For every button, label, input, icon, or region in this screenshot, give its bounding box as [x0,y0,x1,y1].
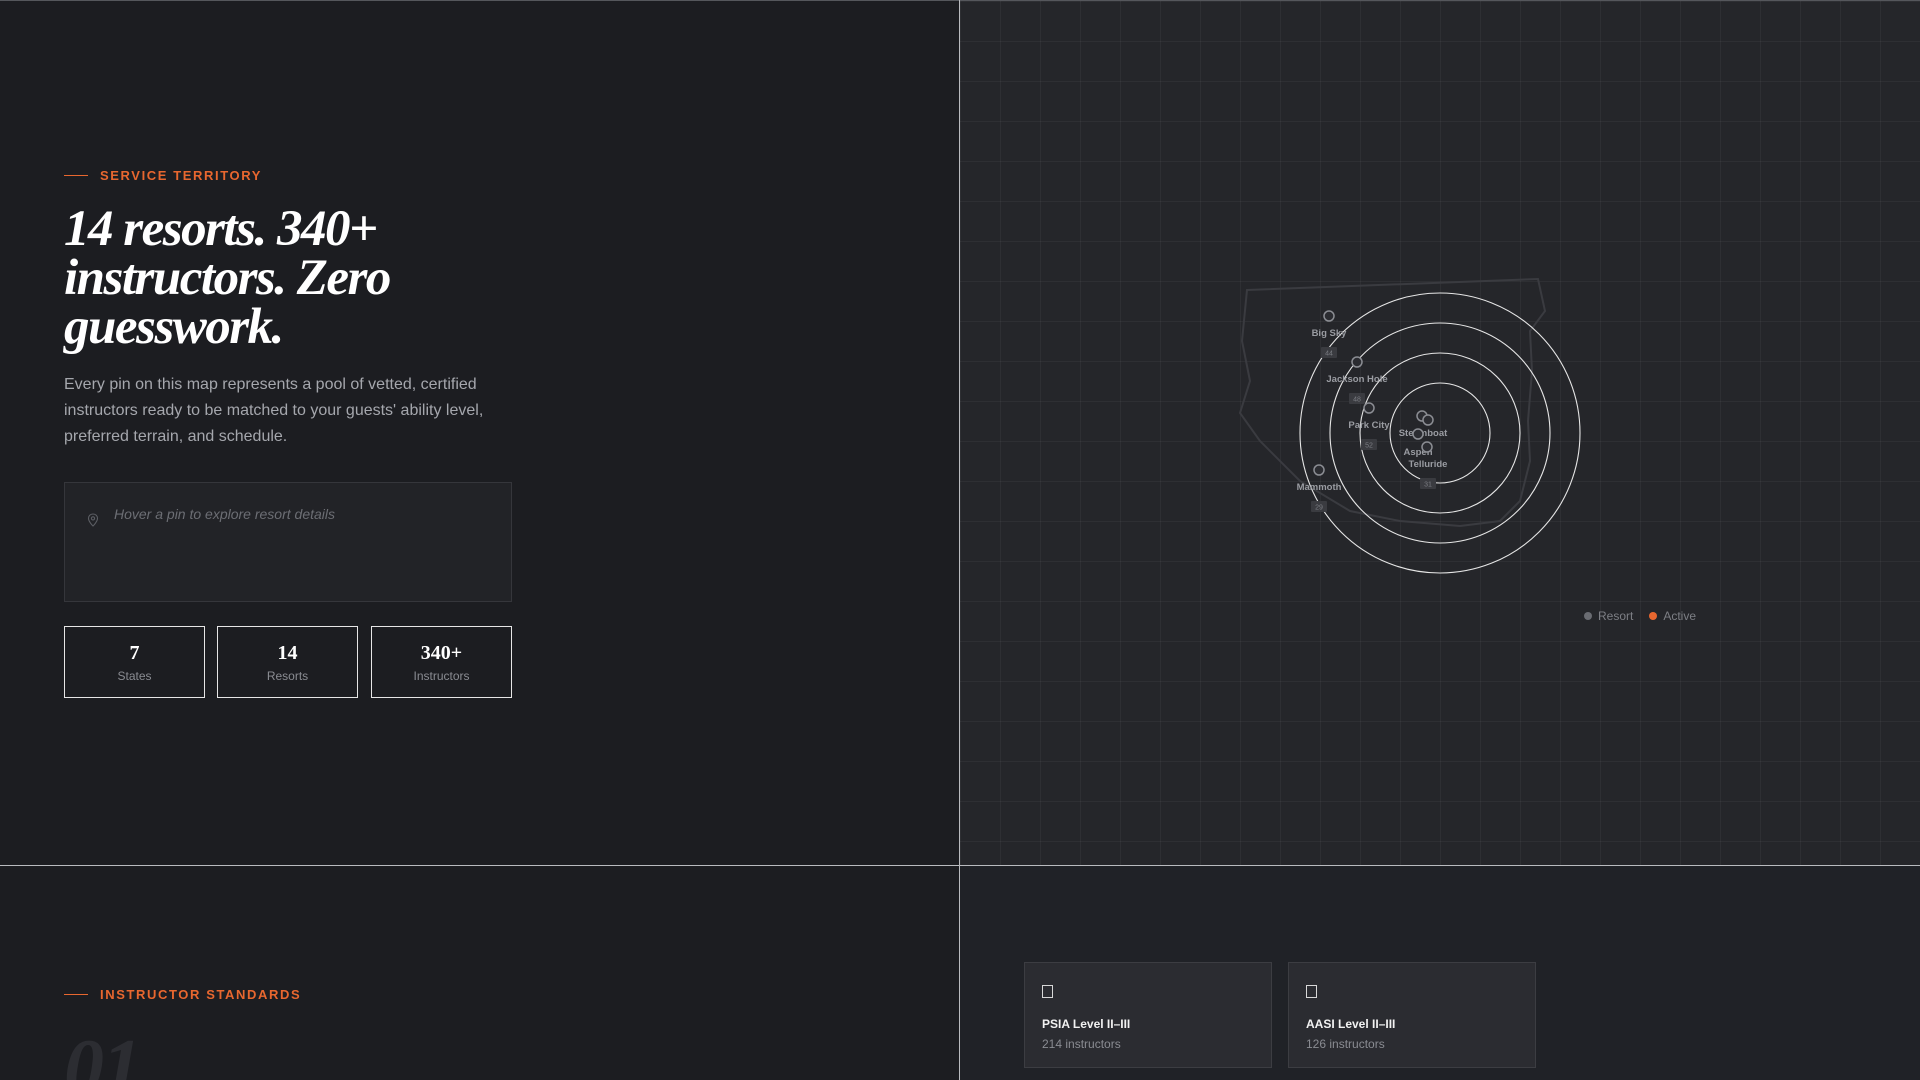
map-legend: Resort Active [1584,609,1696,623]
cert-subtitle: 126 instructors [1306,1037,1385,1051]
map-pin-icon [87,513,99,527]
eyebrow-rule [64,994,88,995]
region-outline [1238,277,1547,528]
stat-value: 340+ [420,642,463,664]
cert-card-psia[interactable]: PSIA Level II–III 214 instructors [1024,962,1272,1068]
resort-count: 31 [1424,482,1432,489]
resort-count: 48 [1353,397,1361,404]
resort-label: Telluride [1409,459,1448,470]
resort-count: 29 [1315,505,1323,512]
cert-card-aasi[interactable]: AASI Level II–III 126 instructors [1288,962,1536,1068]
cert-subtitle: 214 instructors [1042,1037,1121,1051]
resort-label: Mammoth [1297,482,1342,493]
legend-resort-label: Resort [1598,609,1634,623]
territory-eyebrow: SERVICE TERRITORY [64,168,262,183]
resort-detail-panel: Hover a pin to explore resort details [64,482,512,602]
legend-active: Active [1649,609,1696,623]
standards-section [0,866,959,1080]
stat-value: 14 [277,642,298,664]
legend-active-label: Active [1663,609,1697,623]
legend-resort: Resort [1584,609,1633,623]
resort-dot-icon [1584,612,1592,620]
cert-title: AASI Level II–III [1306,1017,1396,1031]
resort-pin-mammoth[interactable]: Mammoth 29 [1297,464,1342,512]
resort-count: 44 [1325,351,1333,358]
stat-label: States [117,669,152,683]
resort-pin-big-sky[interactable]: Big Sky 44 [1312,310,1348,358]
eyebrow-rule [64,175,88,176]
resort-label: Big Sky [1312,328,1348,339]
stat-states: 7 States [64,626,205,698]
section-number: 01 [64,1024,142,1080]
resort-label: Jackson Hole [1326,374,1387,385]
resort-pin-park-city[interactable]: Park City 52 [1348,402,1390,450]
active-dot-icon [1649,612,1658,620]
resort-label: Park City [1348,420,1390,431]
resort-count: 52 [1365,443,1373,450]
certificate-icon [1306,985,1317,998]
stat-instructors: 340+ Instructors [371,626,512,698]
territory-headline: 14 resorts. 340+ instructors. Zero guess… [64,201,391,355]
stat-resorts: 14 Resorts [217,626,358,698]
territory-eyebrow-label: SERVICE TERRITORY [100,168,263,183]
stat-label: Resorts [266,669,309,683]
standards-eyebrow-label: INSTRUCTOR STANDARDS [100,987,302,1002]
standards-eyebrow: INSTRUCTOR STANDARDS [64,987,301,1002]
stat-value: 7 [129,642,140,664]
stat-label: Instructors [413,669,470,683]
map-canvas[interactable]: Big Sky 44 Jackson Hole 48 Park City 52 … [960,1,1920,865]
territory-map[interactable]: Big Sky 44 Jackson Hole 48 Park City 52 … [960,1,1920,865]
territory-lede: Every pin on this map represents a pool … [64,376,484,445]
cert-title: PSIA Level II–III [1042,1017,1131,1031]
certificate-icon [1042,985,1053,998]
hover-hint: Hover a pin to explore resort details [114,506,335,522]
